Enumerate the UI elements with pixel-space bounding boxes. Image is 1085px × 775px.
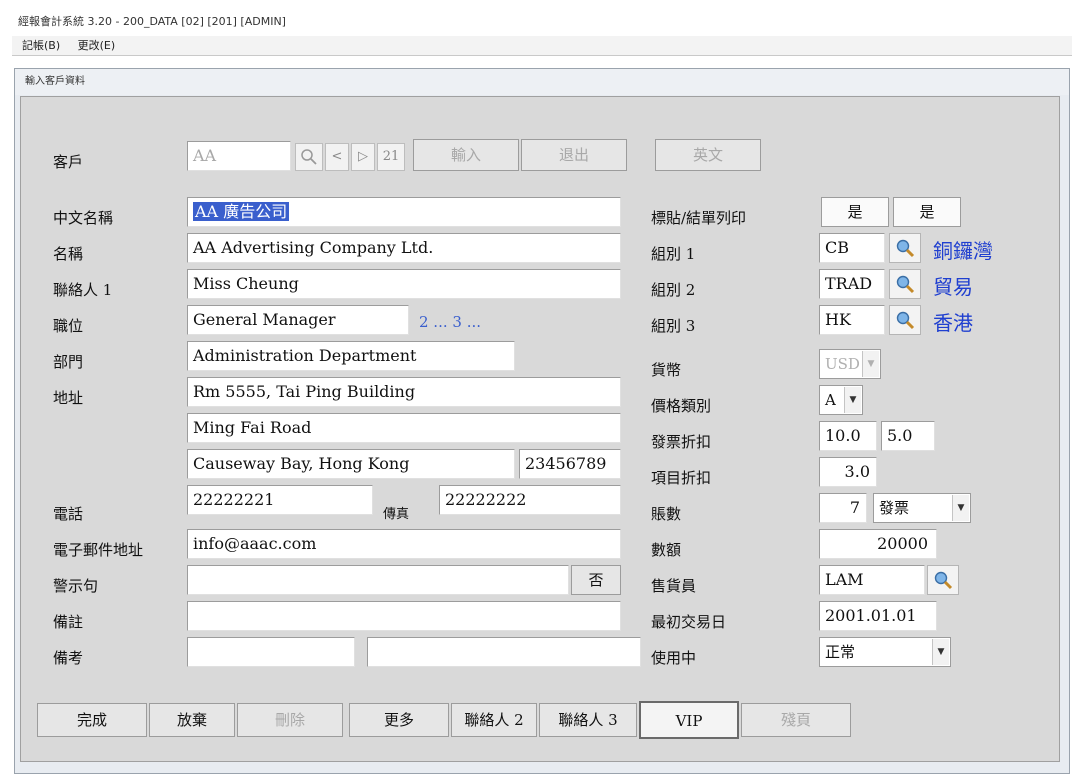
group2-code-input[interactable]: TRAD [819, 269, 885, 299]
window-titlebar: 經報會計系統 3.20 - 200_DATA [02] [201] [ADMIN… [12, 8, 1072, 36]
position-more-link[interactable]: 2 ... 3 ... [419, 313, 481, 331]
page-number-button[interactable]: 21 [377, 143, 405, 171]
chinese-name-label: 中文名稱 [53, 209, 114, 227]
menu-item-edit[interactable]: 更改(E) [78, 39, 116, 52]
label-print-label: 標貼/結單列印 [651, 209, 747, 227]
english-button[interactable]: 英文 [655, 139, 761, 171]
address-line1-input[interactable]: Rm 5555, Tai Ping Building [187, 377, 621, 407]
salesman-lookup-icon[interactable] [927, 565, 959, 595]
currency-value: USD [825, 355, 860, 373]
salesman-label: 售貨員 [651, 577, 697, 595]
address-line2-input[interactable]: Ming Fai Road [187, 413, 621, 443]
next-icon[interactable]: ▷ [351, 143, 375, 171]
customer-label: 客戶 [53, 153, 84, 171]
group2-name: 貿易 [933, 275, 973, 299]
first-trade-label: 最初交易日 [651, 613, 727, 631]
price-class-value: A [825, 391, 836, 409]
discard-button[interactable]: 放棄 [149, 703, 235, 737]
invoice-discount-label: 發票折扣 [651, 433, 712, 451]
days-input[interactable]: 7 [819, 493, 867, 523]
group2-lookup-icon[interactable] [889, 269, 921, 299]
price-class-label: 價格類別 [651, 397, 712, 415]
other-button[interactable]: 殘頁 [741, 703, 851, 737]
label-print-toggle-2[interactable]: 是 [893, 197, 961, 227]
warning-label: 警示句 [53, 577, 99, 595]
input-button[interactable]: 輸入 [413, 139, 519, 171]
group3-name: 香港 [933, 311, 973, 335]
group1-lookup-icon[interactable] [889, 233, 921, 263]
phone-label: 電話 [53, 505, 84, 523]
group1-name: 銅鑼灣 [933, 239, 993, 263]
contact1-input[interactable]: Miss Cheung [187, 269, 621, 299]
amount-input[interactable]: 20000 [819, 529, 937, 559]
more-button[interactable]: 更多 [349, 703, 449, 737]
invoice-discount-1-input[interactable]: 10.0 [819, 421, 877, 451]
name-label: 名稱 [53, 245, 84, 263]
chevron-down-icon: ▼ [844, 387, 861, 413]
department-input[interactable]: Administration Department [187, 341, 515, 371]
fax-label: 傳真 [383, 507, 410, 522]
window-title: 輸入客戶資料 [15, 69, 1069, 95]
warning-toggle-button[interactable]: 否 [571, 565, 621, 595]
address-code-input[interactable]: 23456789 [519, 449, 621, 479]
group2-label: 組別 2 [651, 281, 696, 299]
currency-select[interactable]: USD ▼ [819, 349, 881, 379]
contact2-button[interactable]: 聯絡人 2 [451, 703, 537, 737]
remark-label: 備註 [53, 613, 84, 631]
vip-button[interactable]: VIP [639, 701, 739, 739]
chevron-down-icon: ▼ [952, 495, 969, 521]
done-button[interactable]: 完成 [37, 703, 147, 737]
item-discount-input[interactable]: 3.0 [819, 457, 877, 487]
previous-icon[interactable]: < [325, 143, 349, 171]
menu-item-bookkeeping[interactable]: 記帳(B) [22, 39, 60, 52]
chinese-name-selected-text: AA 廣告公司 [193, 202, 290, 221]
group3-label: 組別 3 [651, 317, 696, 335]
chevron-down-icon: ▼ [932, 639, 949, 665]
currency-label: 貨幣 [651, 361, 682, 379]
contact1-label: 聯絡人 1 [53, 281, 113, 299]
first-trade-date-input[interactable]: 2001.01.01 [819, 601, 937, 631]
contact3-button[interactable]: 聯絡人 3 [539, 703, 637, 737]
delete-button[interactable]: 刪除 [237, 703, 343, 737]
item-discount-label: 項目折扣 [651, 469, 712, 487]
salesman-input[interactable]: LAM [819, 565, 925, 595]
position-input[interactable]: General Manager [187, 305, 409, 335]
price-class-select[interactable]: A ▼ [819, 385, 863, 415]
group3-lookup-icon[interactable] [889, 305, 921, 335]
position-label: 職位 [53, 317, 84, 335]
warning-input[interactable] [187, 565, 569, 595]
in-use-label: 使用中 [651, 649, 697, 667]
group3-code-input[interactable]: HK [819, 305, 885, 335]
menu-bar: 記帳(B) 更改(E) [12, 36, 1072, 56]
group1-code-input[interactable]: CB [819, 233, 885, 263]
label-print-toggle-1[interactable]: 是 [821, 197, 889, 227]
form-panel: 客戶 AA < ▷ 21 輸入 退出 英文 中文名稱 名稱 聯絡人 1 職位 部… [20, 96, 1060, 762]
email-input[interactable]: info@aaac.com [187, 529, 621, 559]
customer-code-input[interactable]: AA [187, 141, 291, 171]
memo-label: 備考 [53, 649, 84, 667]
app-title: 經報會計系統 3.20 - 200_DATA [02] [201] [ADMIN… [18, 15, 286, 28]
remark-input[interactable] [187, 601, 621, 631]
chevron-down-icon: ▼ [862, 351, 879, 377]
exit-button[interactable]: 退出 [521, 139, 627, 171]
days-basis-value: 發票 [879, 499, 910, 517]
in-use-value: 正常 [825, 643, 856, 661]
in-use-select[interactable]: 正常 ▼ [819, 637, 951, 667]
address-line3-input[interactable]: Causeway Bay, Hong Kong [187, 449, 515, 479]
phone-input[interactable]: 22222221 [187, 485, 373, 515]
days-label: 賬數 [651, 505, 682, 523]
department-label: 部門 [53, 353, 84, 371]
days-basis-select[interactable]: 發票 ▼ [873, 493, 971, 523]
fax-input[interactable]: 22222222 [439, 485, 621, 515]
amount-label: 數額 [651, 541, 682, 559]
search-icon[interactable] [295, 143, 323, 171]
address-label: 地址 [53, 389, 84, 407]
name-input[interactable]: AA Advertising Company Ltd. [187, 233, 621, 263]
invoice-discount-2-input[interactable]: 5.0 [881, 421, 935, 451]
chinese-name-input[interactable]: AA 廣告公司 [187, 197, 621, 227]
group1-label: 組別 1 [651, 245, 696, 263]
memo2-input[interactable] [367, 637, 641, 667]
email-label: 電子郵件地址 [53, 541, 144, 559]
memo1-input[interactable] [187, 637, 355, 667]
